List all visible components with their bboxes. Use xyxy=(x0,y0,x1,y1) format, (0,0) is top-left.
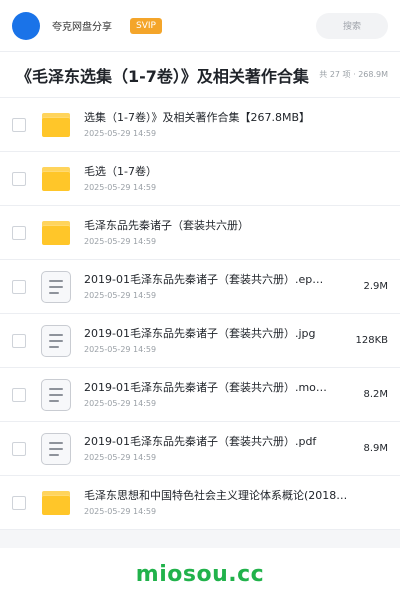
file-date: 2025-05-29 14:59 xyxy=(84,291,157,300)
search-placeholder: 搜索 xyxy=(342,22,361,32)
row-checkbox[interactable] xyxy=(12,279,26,294)
document-icon xyxy=(40,378,72,411)
document-icon xyxy=(40,324,72,357)
folder-icon-shape xyxy=(42,112,70,137)
avatar[interactable] xyxy=(12,11,40,40)
file-row[interactable]: 2019-01毛泽东品先秦诸子（套装共六册）.pdf 2025-05-29 14:… xyxy=(0,422,400,476)
document-icon-shape xyxy=(41,324,71,357)
file-row[interactable]: 2019-01毛泽东品先秦诸子（套装共六册）.ep… 2025-05-29 14:… xyxy=(0,260,400,314)
file-info: 选集（1-7卷）》及相关著作合集【267.8MB】 2025-05-29 14:5… xyxy=(84,110,388,139)
document-icon-shape xyxy=(41,432,71,465)
file-info: 2019-01毛泽东品先秦诸子（套装共六册）.jpg 2025-05-29 14:… xyxy=(84,326,347,355)
row-checkbox[interactable] xyxy=(12,441,26,456)
file-name: 2019-01毛泽东品先秦诸子（套装共六册）.mo… xyxy=(84,381,327,394)
file-date: 2025-05-29 14:59 xyxy=(84,453,157,462)
item-count: 共 27 项 · 268.9M xyxy=(319,70,388,79)
file-row[interactable]: 毛泽东品先秦诸子（套装共六册） 2025-05-29 14:59 xyxy=(0,206,400,260)
row-checkbox[interactable] xyxy=(12,117,26,132)
folder-icon-shape xyxy=(42,220,70,245)
file-name: 毛泽东品先秦诸子（套装共六册） xyxy=(84,219,249,232)
file-name: 选集（1-7卷）》及相关著作合集【267.8MB】 xyxy=(84,111,310,124)
svip-badge: SVIP xyxy=(130,17,162,34)
file-row[interactable]: 毛泽东思想和中国特色社会主义理论体系概论(2018… 2025-05-29 14:… xyxy=(0,476,400,530)
footer: miosou.cc xyxy=(0,548,400,600)
search-input[interactable]: 搜索 xyxy=(316,12,388,39)
file-info: 毛选（1-7卷） 2025-05-29 14:59 xyxy=(84,164,388,193)
file-info: 2019-01毛泽东品先秦诸子（套装共六册）.mo… 2025-05-29 14:… xyxy=(84,380,355,409)
folder-icon xyxy=(40,217,72,249)
folder-icon xyxy=(40,163,72,195)
file-info: 毛泽东品先秦诸子（套装共六册） 2025-05-29 14:59 xyxy=(84,218,388,247)
document-icon xyxy=(40,432,72,465)
file-size: 2.9M xyxy=(363,281,388,292)
title-row: 《毛泽东选集（1-7卷）》及相关著作合集 共 27 项 · 268.9M xyxy=(0,52,400,98)
document-icon-shape xyxy=(41,270,71,303)
file-name: 2019-01毛泽东品先秦诸子（套装共六册）.ep… xyxy=(84,273,324,286)
file-info: 2019-01毛泽东品先秦诸子（套装共六册）.pdf 2025-05-29 14:… xyxy=(84,434,355,463)
file-date: 2025-05-29 14:59 xyxy=(84,507,157,516)
file-size: 128KB xyxy=(355,335,388,346)
row-checkbox[interactable] xyxy=(12,495,26,510)
file-row[interactable]: 选集（1-7卷）》及相关著作合集【267.8MB】 2025-05-29 14:5… xyxy=(0,98,400,152)
row-checkbox[interactable] xyxy=(12,225,26,240)
file-row[interactable]: 2019-01毛泽东品先秦诸子（套装共六册）.jpg 2025-05-29 14:… xyxy=(0,314,400,368)
header: 夸克网盘分享 SVIP 搜索 xyxy=(0,0,400,52)
folder-icon xyxy=(40,109,72,141)
row-checkbox[interactable] xyxy=(12,171,26,186)
file-info: 2019-01毛泽东品先秦诸子（套装共六册）.ep… 2025-05-29 14:… xyxy=(84,272,355,301)
file-name: 2019-01毛泽东品先秦诸子（套装共六册）.pdf xyxy=(84,435,317,448)
share-page: 夸克网盘分享 SVIP 搜索 《毛泽东选集（1-7卷）》及相关著作合集 共 27… xyxy=(0,0,400,600)
file-size: 8.9M xyxy=(363,443,388,454)
brand-watermark: miosou.cc xyxy=(135,561,265,587)
file-row[interactable]: 毛选（1-7卷） 2025-05-29 14:59 xyxy=(0,152,400,206)
file-date: 2025-05-29 14:59 xyxy=(84,399,157,408)
file-list: 选集（1-7卷）》及相关著作合集【267.8MB】 2025-05-29 14:5… xyxy=(0,98,400,530)
file-size: 8.2M xyxy=(363,389,388,400)
folder-icon xyxy=(40,487,72,519)
file-date: 2025-05-29 14:59 xyxy=(84,345,157,354)
file-date: 2025-05-29 14:59 xyxy=(84,183,157,192)
folder-icon-shape xyxy=(42,166,70,191)
file-date: 2025-05-29 14:59 xyxy=(84,237,157,246)
file-date: 2025-05-29 14:59 xyxy=(84,129,157,138)
folder-icon-shape xyxy=(42,490,70,515)
file-name: 毛选（1-7卷） xyxy=(84,165,157,178)
document-icon-shape xyxy=(41,378,71,411)
share-title: 夸克网盘分享 xyxy=(52,22,112,33)
row-checkbox[interactable] xyxy=(12,387,26,402)
row-checkbox[interactable] xyxy=(12,333,26,348)
document-icon xyxy=(40,270,72,303)
file-row[interactable]: 2019-01毛泽东品先秦诸子（套装共六册）.mo… 2025-05-29 14:… xyxy=(0,368,400,422)
file-name: 毛泽东思想和中国特色社会主义理论体系概论(2018… xyxy=(84,489,348,502)
file-name: 2019-01毛泽东品先秦诸子（套装共六册）.jpg xyxy=(84,327,316,340)
file-info: 毛泽东思想和中国特色社会主义理论体系概论(2018… 2025-05-29 14:… xyxy=(84,488,388,517)
page-title: 《毛泽东选集（1-7卷）》及相关著作合集 xyxy=(16,66,309,86)
